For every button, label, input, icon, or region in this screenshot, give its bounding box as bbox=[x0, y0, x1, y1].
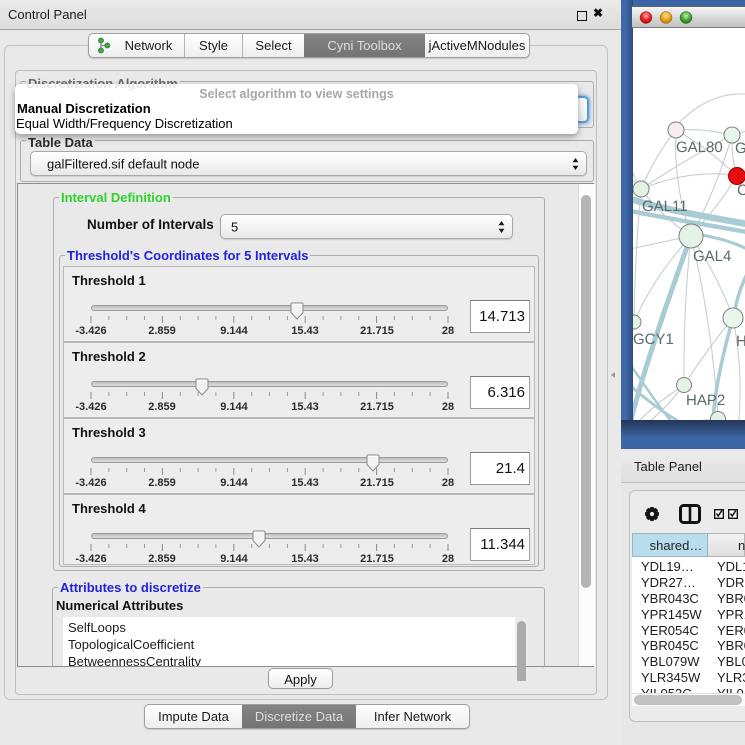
svg-text:GAL80: GAL80 bbox=[676, 139, 723, 156]
svg-text:H: H bbox=[736, 333, 745, 350]
svg-text:GA: GA bbox=[735, 140, 745, 157]
svg-text:GCY1: GCY1 bbox=[633, 331, 674, 348]
svg-text:GAL11: GAL11 bbox=[642, 198, 688, 215]
svg-text:GAL4: GAL4 bbox=[693, 248, 731, 265]
svg-text:C: C bbox=[737, 182, 745, 199]
svg-text:HAP2: HAP2 bbox=[686, 392, 725, 409]
